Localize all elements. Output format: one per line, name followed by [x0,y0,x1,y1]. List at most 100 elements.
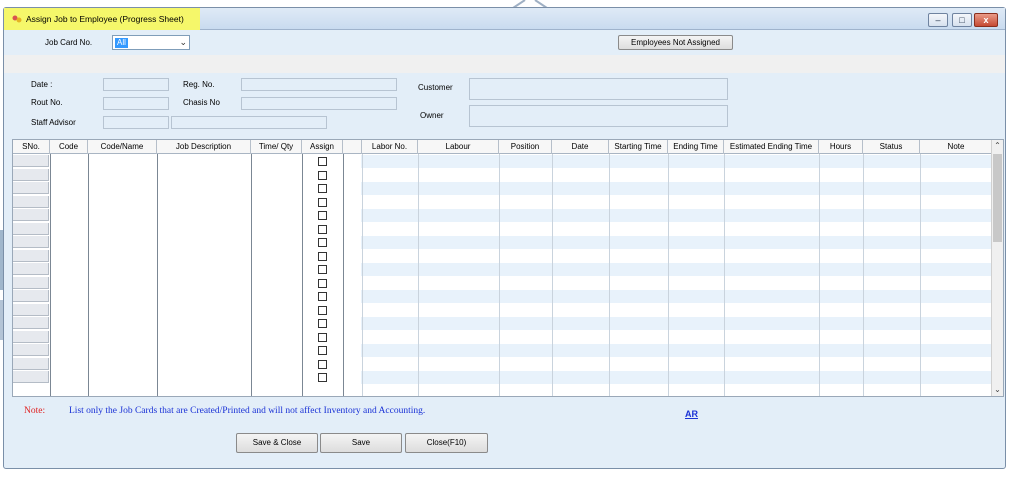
assign-job-window: Assign Job to Employee (Progress Sheet) … [3,7,1006,469]
column-divider [362,154,363,396]
column-divider [50,154,51,396]
row-header[interactable] [13,182,49,194]
staff-advisor-code-field[interactable] [103,116,169,129]
assign-checkbox[interactable] [318,346,327,355]
assign-checkbox[interactable] [318,332,327,342]
close-window-button[interactable]: x [974,13,998,27]
assign-checkbox[interactable] [318,278,327,288]
customer-field[interactable] [469,78,728,100]
table-row [361,290,991,303]
column-header[interactable]: Hours [819,140,863,154]
row-header[interactable] [13,290,49,302]
column-header[interactable] [343,140,362,154]
row-header[interactable] [13,236,49,248]
column-header[interactable]: Date [552,140,609,154]
assign-checkbox[interactable] [318,292,327,301]
assign-checkbox[interactable] [318,197,327,207]
column-header[interactable]: SNo. [13,140,50,154]
chevron-down-icon[interactable]: ⌄ [179,37,187,48]
column-divider [724,154,725,396]
vertical-scrollbar[interactable]: ⌃ ⌄ [991,140,1003,396]
table-row [361,317,991,330]
job-card-select[interactable]: All ⌄ [112,35,190,50]
row-header[interactable] [13,155,49,167]
row-header[interactable] [13,303,49,316]
assign-checkbox[interactable] [318,319,327,328]
column-divider [251,154,252,396]
title-bar[interactable]: Assign Job to Employee (Progress Sheet) … [4,8,1005,30]
scroll-up-icon[interactable]: ⌃ [992,140,1003,152]
column-header[interactable]: Time/ Qty [251,140,302,154]
owner-label: Owner [420,111,444,120]
row-header[interactable] [13,344,49,356]
table-row [361,182,991,195]
row-header[interactable] [13,195,49,208]
assign-checkbox[interactable] [318,359,327,369]
employees-not-assigned-button[interactable]: Employees Not Assigned [618,35,733,50]
table-row [361,263,991,276]
column-header[interactable]: Labour [418,140,499,154]
separator-strip [4,55,1005,73]
owner-field[interactable] [469,105,728,127]
row-header[interactable] [13,317,49,329]
save-close-button[interactable]: Save & Close [236,433,318,453]
rout-no-field[interactable] [103,97,169,110]
scroll-down-icon[interactable]: ⌄ [992,384,1003,396]
date-field[interactable] [103,78,169,91]
assign-checkbox[interactable] [318,373,327,382]
column-header[interactable]: Code/Name [88,140,157,154]
minimize-button[interactable]: – [928,13,948,27]
assign-checkbox[interactable] [318,224,327,234]
row-header[interactable] [13,357,49,370]
column-divider [418,154,419,396]
assign-checkbox[interactable] [318,157,327,166]
column-header[interactable]: Position [499,140,552,154]
assign-checkbox[interactable] [318,184,327,193]
column-header[interactable]: Labor No. [362,140,418,154]
assign-checkbox[interactable] [318,170,327,180]
column-divider [302,154,303,396]
column-divider [157,154,158,396]
close-button[interactable]: Close(F10) [405,433,488,453]
ar-link[interactable]: AR [685,409,698,419]
chasis-no-field[interactable] [241,97,397,110]
row-header[interactable] [13,330,49,343]
row-header[interactable] [13,222,49,235]
row-header[interactable] [13,371,49,383]
column-header[interactable]: Estimated Ending Time [724,140,819,154]
row-header[interactable] [13,249,49,262]
grid-header: SNo. Code Code/Name Job Description Time/ Qt… [13,140,993,154]
jobs-grid[interactable]: SNo. Code Code/Name Job Description Time/ Qt… [12,139,1004,397]
save-button[interactable]: Save [320,433,402,453]
app-icon [12,15,22,23]
table-row [361,236,991,249]
assign-checkbox[interactable] [318,211,327,220]
column-divider [819,154,820,396]
row-header[interactable] [13,276,49,289]
staff-advisor-label: Staff Advisor [31,118,76,127]
job-card-label: Job Card No. [45,38,93,47]
column-header[interactable]: Code [50,140,88,154]
assign-checkbox[interactable] [318,251,327,261]
staff-advisor-name-field[interactable] [171,116,327,129]
column-divider [863,154,864,396]
assign-checkbox[interactable] [318,238,327,247]
maximize-button[interactable]: □ [952,13,972,27]
window-title: Assign Job to Employee (Progress Sheet) [26,14,184,24]
assign-checkbox[interactable] [318,265,327,274]
assign-checkbox[interactable] [318,305,327,315]
table-row [361,209,991,222]
column-header[interactable]: Assign [302,140,343,154]
column-header[interactable]: Ending Time [668,140,724,154]
column-header[interactable]: Status [863,140,920,154]
row-header[interactable] [13,209,49,221]
row-header[interactable] [13,168,49,181]
column-header[interactable]: Job Description [157,140,251,154]
scroll-thumb[interactable] [993,154,1002,242]
column-divider [499,154,500,396]
column-header[interactable]: Starting Time [609,140,668,154]
row-header[interactable] [13,263,49,275]
reg-no-label: Reg. No. [183,80,215,89]
column-header[interactable]: Note [920,140,993,154]
reg-no-field[interactable] [241,78,397,91]
